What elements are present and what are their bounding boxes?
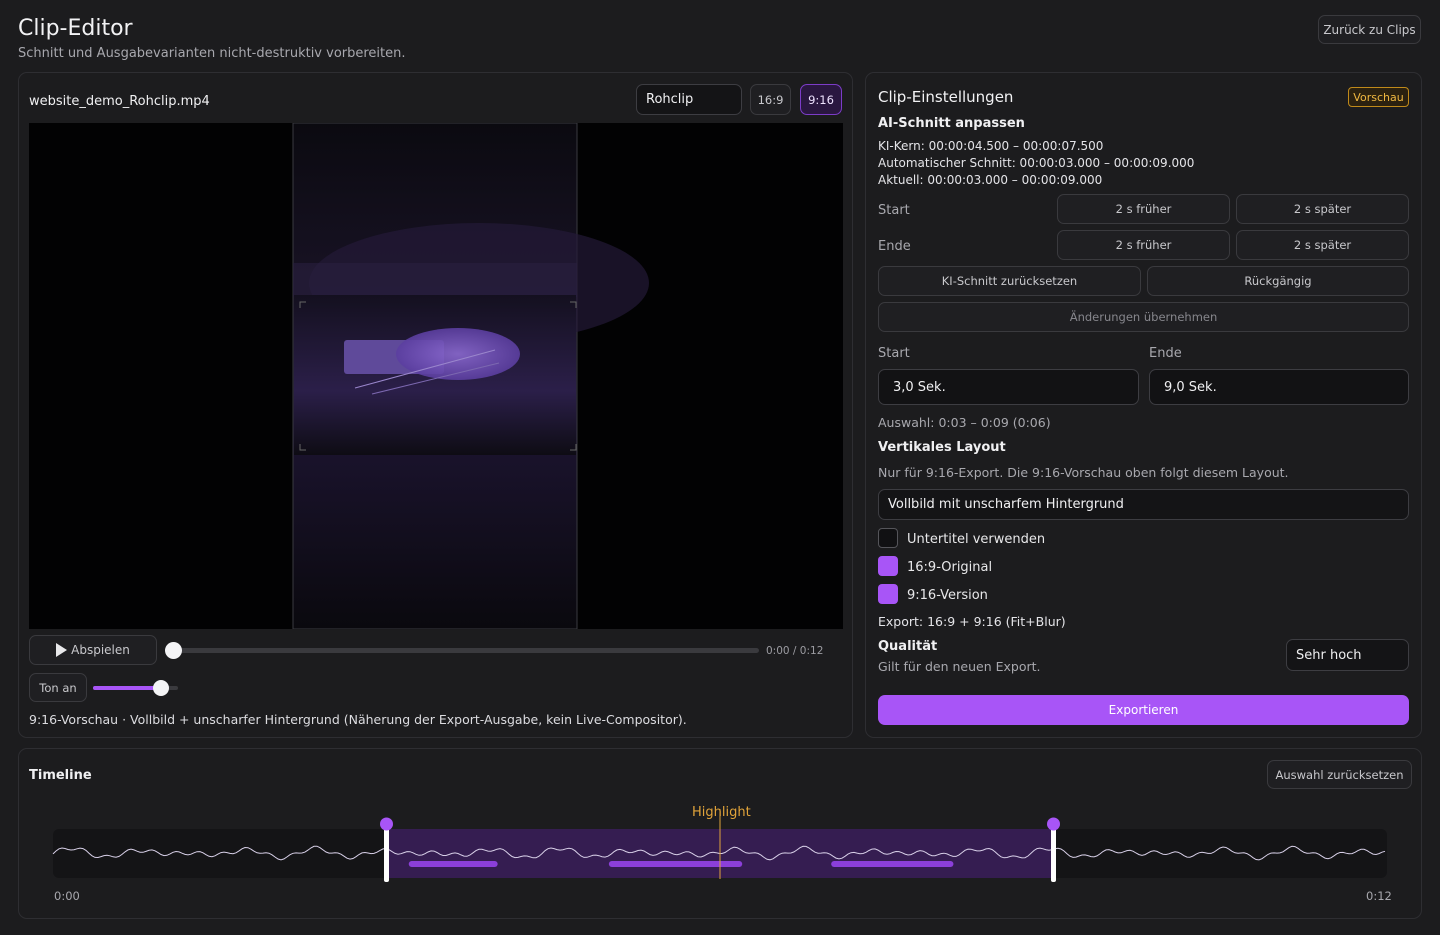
video-preview[interactable] [29, 123, 843, 629]
cut-segment[interactable] [408, 861, 498, 867]
preview-panel: website_demo_Rohclip.mp4 Rohclip 16:9 9:… [18, 72, 853, 738]
timeline-end-time: 0:12 [1366, 889, 1392, 903]
vertical-layout-hint: Nur für 9:16-Export. Die 9:16-Vorschau o… [878, 465, 1289, 480]
end-field-label: Ende [1149, 346, 1182, 361]
end-time-input[interactable]: 9,0 Sek. [1149, 369, 1409, 405]
vertical-preview-frame [292, 123, 649, 629]
timeline-start-time: 0:00 [54, 889, 80, 903]
vertical-layout-select[interactable]: Vollbild mit unscharfem Hintergrund [878, 489, 1409, 520]
vertical-layout-title: Vertikales Layout [878, 440, 1006, 455]
current-cut-info: Aktuell: 00:00:03.000 – 00:00:09.000 [878, 173, 1103, 187]
reset-ai-cut-button[interactable]: KI-Schnitt zurücksetzen [878, 266, 1141, 296]
preview-badge: Vorschau [1348, 87, 1409, 107]
ki-core-info: KI-Kern: 00:00:04.500 – 00:00:07.500 [878, 139, 1104, 153]
subtitles-label: Untertitel verwenden [907, 532, 1046, 547]
sound-toggle-button[interactable]: Ton an [29, 673, 87, 702]
version-9-16-label: 9:16-Version [907, 588, 988, 603]
original-16-9-label: 16:9-Original [907, 560, 993, 575]
start-time-input[interactable]: 3,0 Sek. [878, 369, 1139, 405]
back-to-clips-button[interactable]: Zurück zu Clips [1318, 15, 1421, 44]
quality-select[interactable]: Sehr hoch [1286, 639, 1409, 671]
version-9-16-checkbox[interactable] [878, 584, 898, 604]
quality-hint: Gilt für den neuen Export. [878, 659, 1041, 674]
settings-panel: Clip-Einstellungen Vorschau AI-Schnitt a… [865, 72, 1422, 738]
cut-segment[interactable] [831, 861, 954, 867]
settings-title: Clip-Einstellungen [878, 88, 1014, 106]
timeline-track[interactable] [19, 749, 1423, 920]
timeline-panel: Timeline Auswahl zurücksetzen Highlight … [18, 748, 1422, 919]
start-earlier-button[interactable]: 2 s früher [1057, 194, 1230, 224]
playback-handle[interactable] [165, 642, 182, 659]
preview-caption: 9:16-Vorschau · Vollbild + unscharfer Hi… [29, 712, 687, 727]
play-button[interactable]: Abspielen [29, 635, 157, 665]
start-later-button[interactable]: 2 s später [1236, 194, 1409, 224]
page-title: Clip-Editor [18, 16, 133, 41]
play-icon [56, 643, 68, 657]
aspect-16-9-button[interactable]: 16:9 [750, 84, 791, 115]
end-adjust-label: Ende [878, 239, 911, 254]
original-16-9-checkbox[interactable] [878, 556, 898, 576]
start-adjust-label: Start [878, 203, 910, 218]
export-button[interactable]: Exportieren [878, 695, 1409, 725]
page-subtitle: Schnitt und Ausgabevarianten nicht-destr… [18, 46, 406, 61]
volume-slider[interactable] [93, 680, 178, 696]
volume-fill [93, 686, 161, 690]
start-field-label: Start [878, 346, 910, 361]
apply-changes-button[interactable]: Änderungen übernehmen [878, 302, 1409, 332]
export-summary: Export: 16:9 + 9:16 (Fit+Blur) [878, 614, 1066, 629]
playback-scrubber[interactable] [165, 642, 759, 659]
play-label: Abspielen [71, 643, 130, 657]
ai-section-title: AI-Schnitt anpassen [878, 116, 1025, 131]
cut-segment[interactable] [608, 861, 743, 867]
auto-cut-info: Automatischer Schnitt: 00:00:03.000 – 00… [878, 156, 1195, 170]
end-later-button[interactable]: 2 s später [1236, 230, 1409, 260]
aspect-9-16-button[interactable]: 9:16 [800, 84, 842, 115]
subtitles-checkbox[interactable] [878, 528, 898, 548]
selection-info: Auswahl: 0:03 – 0:09 (0:06) [878, 415, 1051, 430]
clip-filename: website_demo_Rohclip.mp4 [29, 94, 210, 109]
quality-title: Qualität [878, 639, 938, 654]
source-select[interactable]: Rohclip [636, 84, 742, 115]
end-earlier-button[interactable]: 2 s früher [1057, 230, 1230, 260]
time-display: 0:00 / 0:12 [766, 645, 824, 657]
undo-button[interactable]: Rückgängig [1147, 266, 1409, 296]
volume-handle[interactable] [153, 680, 169, 696]
